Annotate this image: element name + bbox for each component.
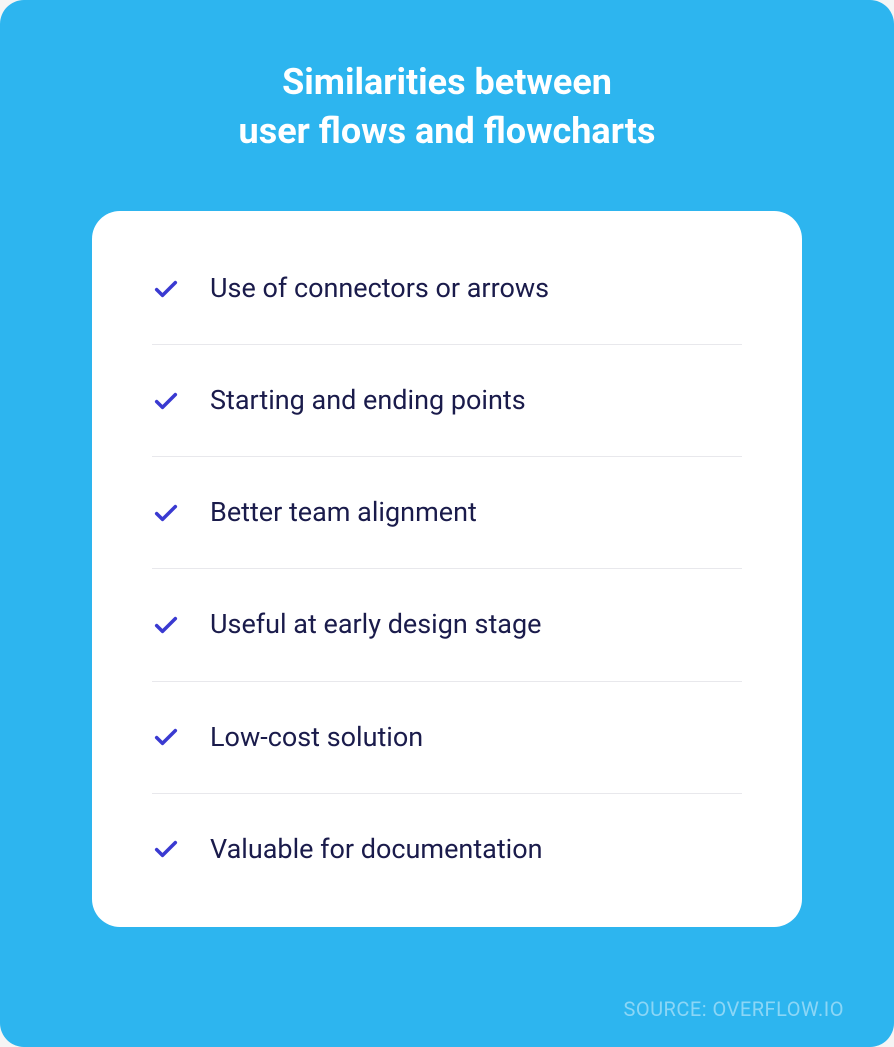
source-attribution: SOURCE: OVERFLOW.IO: [623, 997, 844, 1021]
list-item: Low-cost solution: [152, 682, 742, 794]
item-text: Valuable for documentation: [210, 832, 543, 867]
item-text: Starting and ending points: [210, 383, 526, 418]
check-icon: [152, 387, 180, 415]
similarities-card: Use of connectors or arrows Starting and…: [92, 211, 802, 927]
list-item: Starting and ending points: [152, 345, 742, 457]
list-item: Better team alignment: [152, 457, 742, 569]
check-icon: [152, 723, 180, 751]
item-text: Better team alignment: [210, 495, 477, 530]
check-icon: [152, 275, 180, 303]
item-text: Use of connectors or arrows: [210, 271, 549, 306]
title-line-2: user flows and flowcharts: [239, 110, 656, 152]
title-line-1: Similarities between: [282, 61, 612, 103]
list-item: Useful at early design stage: [152, 569, 742, 681]
list-item: Valuable for documentation: [152, 794, 742, 905]
item-text: Useful at early design stage: [210, 607, 541, 642]
item-text: Low-cost solution: [210, 720, 423, 755]
check-icon: [152, 835, 180, 863]
card-title: Similarities between user flows and flow…: [92, 58, 802, 155]
list-item: Use of connectors or arrows: [152, 233, 742, 345]
check-icon: [152, 499, 180, 527]
check-icon: [152, 611, 180, 639]
similarities-list: Use of connectors or arrows Starting and…: [152, 233, 742, 905]
info-card-container: Similarities between user flows and flow…: [0, 0, 894, 1047]
